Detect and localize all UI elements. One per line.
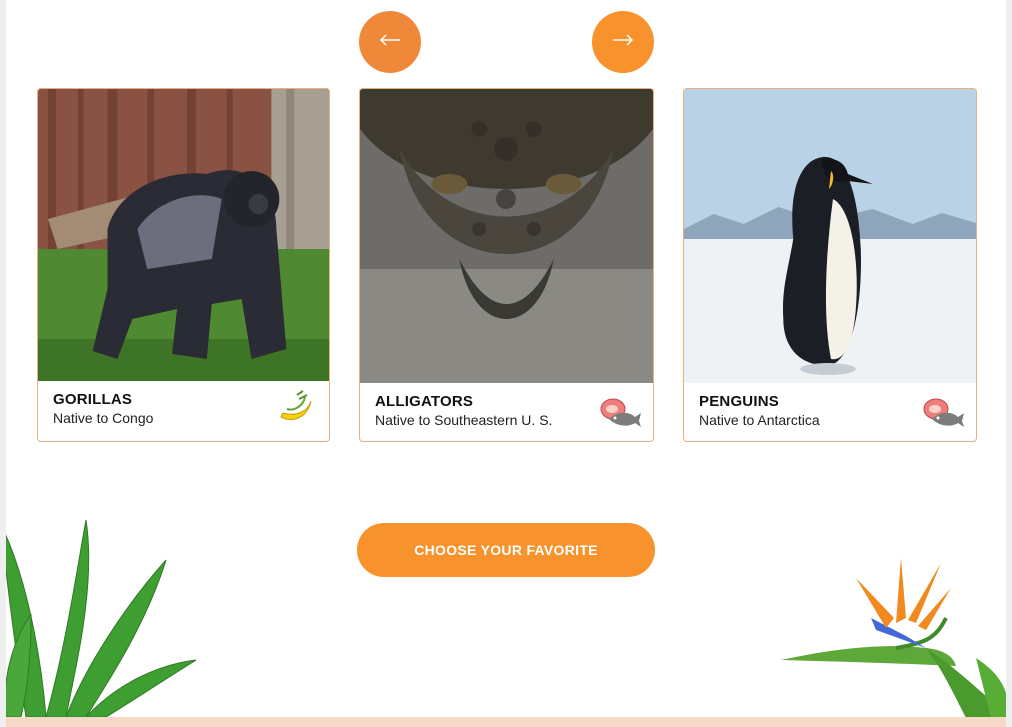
footer-strip	[6, 717, 1006, 727]
fern-plant-decoration	[6, 515, 197, 718]
banana-icon	[275, 389, 317, 425]
animal-card-alligators[interactable]: ALLIGATORS Native to Southeastern U. S.	[359, 88, 654, 442]
meat-fish-icon	[599, 393, 641, 429]
penguin-photo	[684, 89, 976, 383]
choose-favorite-button[interactable]: CHOOSE YOUR FAVORITE	[357, 523, 655, 577]
meat-fish-icon	[922, 393, 964, 429]
arrow-left-icon	[379, 33, 401, 51]
gorilla-photo	[38, 89, 329, 381]
carousel-next-button[interactable]	[592, 11, 654, 73]
page: GORILLAS Native to Congo ALLIGATORS Nati…	[6, 0, 1006, 727]
carousel-prev-button[interactable]	[359, 11, 421, 73]
animal-card-gorillas[interactable]: GORILLAS Native to Congo	[37, 88, 330, 442]
animal-card-penguins[interactable]: PENGUINS Native to Antarctica	[683, 88, 977, 442]
arrow-right-icon	[612, 33, 634, 51]
alligator-photo	[360, 89, 653, 383]
bird-of-paradise-flower-decoration	[776, 548, 1006, 718]
